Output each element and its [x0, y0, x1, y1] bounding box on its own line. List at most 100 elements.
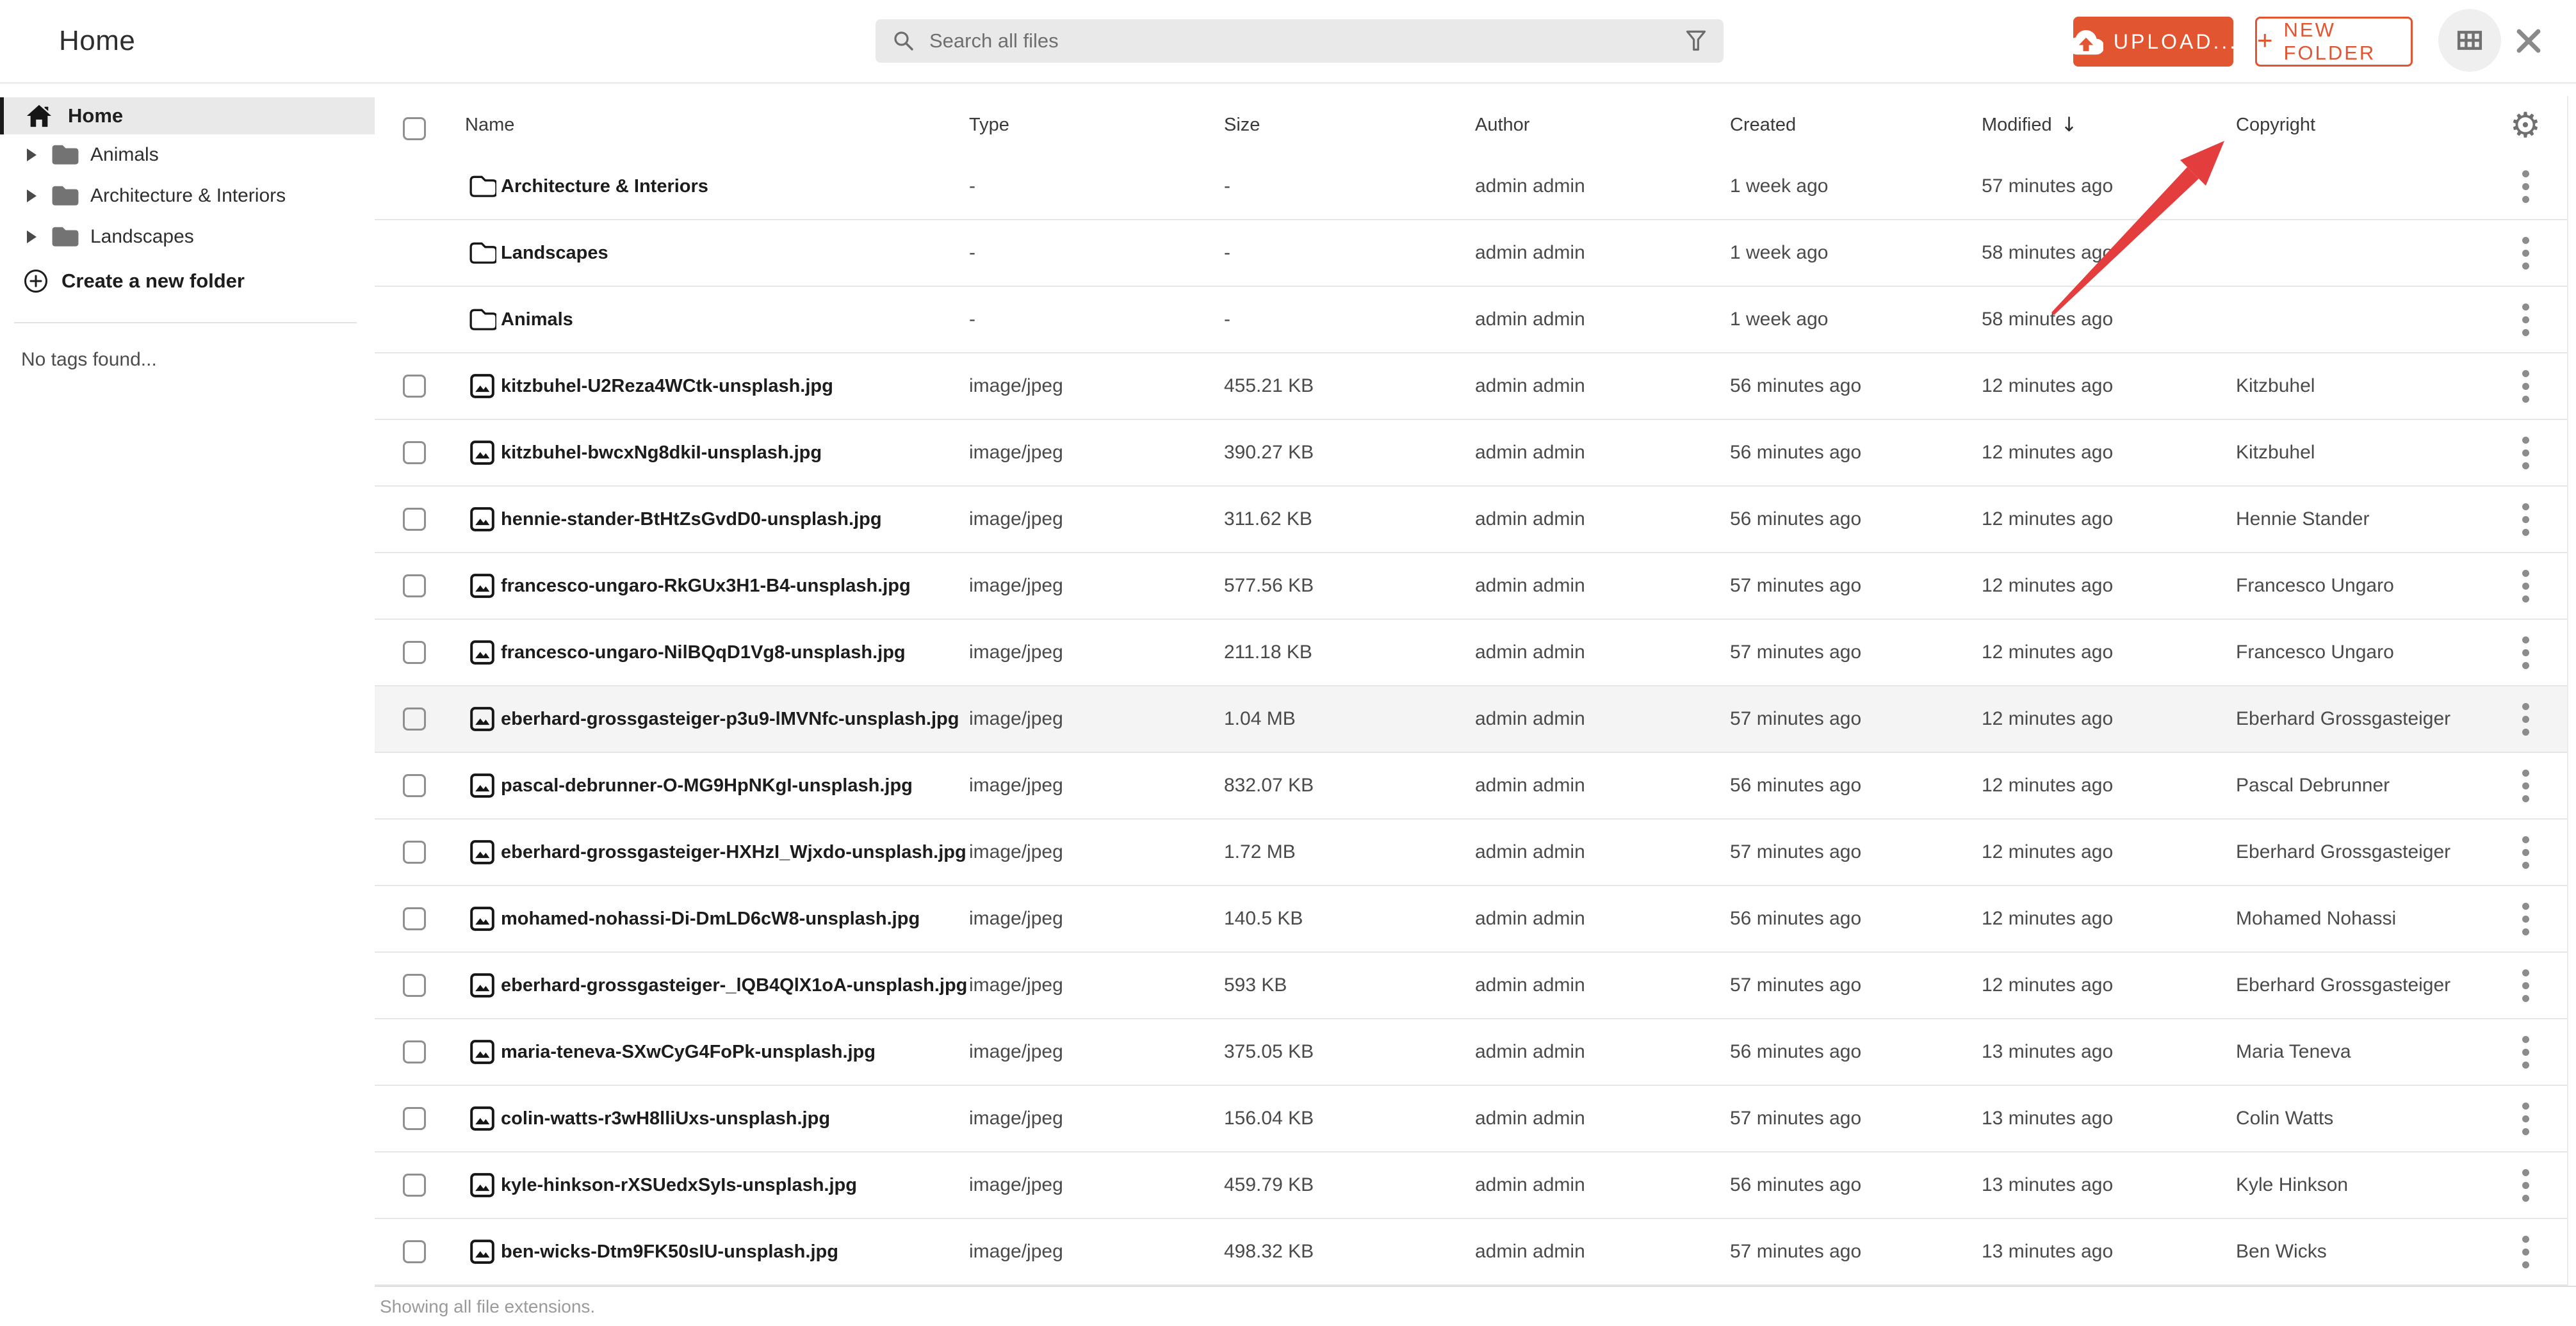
row-checkbox[interactable] [403, 1040, 426, 1063]
folder-icon [468, 287, 496, 352]
column-header-size[interactable]: Size [1224, 96, 1260, 154]
close-button[interactable] [2508, 20, 2549, 61]
row-checkbox[interactable] [403, 907, 426, 930]
cell-copyright: Eberhard Grossgasteiger [2236, 841, 2451, 862]
image-file-icon [468, 753, 496, 818]
row-checkbox[interactable] [403, 974, 426, 997]
sidebar-folder-item[interactable]: Animals [0, 134, 375, 175]
row-menu-button[interactable] [2511, 1019, 2539, 1085]
table-row[interactable]: francesco-ungaro-RkGUx3H1-B4-unsplash.jp… [375, 553, 2576, 620]
row-menu-button[interactable] [2511, 353, 2539, 419]
upload-button[interactable]: UPLOAD... [2068, 17, 2235, 67]
cell-copyright: Ben Wicks [2236, 1241, 2327, 1262]
cell-created: 57 minutes ago [1730, 642, 1862, 663]
cell-copyright: Hennie Stander [2236, 508, 2370, 530]
table-row[interactable]: eberhard-grossgasteiger-HXHzI_Wjxdo-unsp… [375, 820, 2576, 886]
row-checkbox[interactable] [403, 375, 426, 398]
new-folder-button[interactable]: + NEW FOLDER [2255, 17, 2413, 67]
row-checkbox[interactable] [403, 1174, 426, 1197]
sidebar-folder-item[interactable]: Architecture & Interiors [0, 175, 375, 216]
filter-icon[interactable] [1685, 29, 1707, 53]
column-header-created[interactable]: Created [1730, 96, 1796, 154]
select-all-checkbox[interactable] [403, 117, 426, 140]
row-checkbox[interactable] [403, 508, 426, 531]
no-tags-message: No tags found... [21, 349, 157, 370]
row-checkbox[interactable] [403, 707, 426, 731]
cell-created: 56 minutes ago [1730, 1041, 1862, 1062]
grid-view-toggle[interactable] [2438, 9, 2501, 72]
table-row[interactable]: pascal-debrunner-O-MG9HpNKgI-unsplash.jp… [375, 753, 2576, 820]
row-checkbox[interactable] [403, 1107, 426, 1130]
row-menu-button[interactable] [2511, 287, 2539, 352]
row-checkbox[interactable] [403, 641, 426, 664]
cell-author: admin admin [1475, 841, 1585, 862]
row-menu-button[interactable] [2511, 553, 2539, 619]
cell-copyright: Francesco Ungaro [2236, 575, 2394, 596]
cell-created: 56 minutes ago [1730, 375, 1862, 396]
row-checkbox[interactable] [403, 441, 426, 464]
row-checkbox[interactable] [403, 774, 426, 797]
column-settings-gear-icon[interactable]: ⚙ [2507, 96, 2543, 154]
row-menu-button[interactable] [2511, 154, 2539, 219]
cell-created: 1 week ago [1730, 175, 1829, 197]
create-new-folder-button[interactable]: Create a new folder [0, 260, 245, 302]
row-menu-button[interactable] [2511, 820, 2539, 885]
row-checkbox[interactable] [403, 841, 426, 864]
row-menu-button[interactable] [2511, 487, 2539, 552]
table-row[interactable]: eberhard-grossgasteiger-p3u9-lMVNfc-unsp… [375, 686, 2576, 753]
row-menu-button[interactable] [2511, 220, 2539, 286]
row-menu-button[interactable] [2511, 753, 2539, 818]
row-menu-button[interactable] [2511, 1086, 2539, 1151]
table-row[interactable]: mohamed-nohassi-Di-DmLD6cW8-unsplash.jpg… [375, 886, 2576, 953]
table-row[interactable]: hennie-stander-BtHtZsGvdD0-unsplash.jpg i… [375, 487, 2576, 553]
table-row[interactable]: kyle-hinkson-rXSUedxSyIs-unsplash.jpg ima… [375, 1152, 2576, 1219]
sidebar-folder-label: Animals [90, 144, 159, 165]
image-file-icon [468, 553, 496, 619]
column-header-author[interactable]: Author [1475, 96, 1529, 154]
row-menu-button[interactable] [2511, 1219, 2539, 1284]
folder-icon [51, 143, 80, 167]
table-row[interactable]: Landscapes - - admin admin 1 week ago 58 minu… [375, 220, 2576, 287]
sidebar-item-home[interactable]: Home [0, 97, 375, 134]
folder-icon [468, 154, 496, 219]
cell-modified: 12 minutes ago [1982, 642, 2114, 663]
table-row[interactable]: kitzbuhel-U2Reza4WCtk-unsplash.jpg image/… [375, 353, 2576, 420]
cell-type: - [969, 175, 975, 197]
table-row[interactable]: Animals - - admin admin 1 week ago 58 minutes… [375, 287, 2576, 353]
sidebar-folder-item[interactable]: Landscapes [0, 216, 375, 257]
row-menu-button[interactable] [2511, 886, 2539, 951]
table-row[interactable]: kitzbuhel-bwcxNg8dkiI-unsplash.jpg image/… [375, 420, 2576, 487]
table-row[interactable]: ben-wicks-Dtm9FK50sIU-unsplash.jpg image/… [375, 1219, 2576, 1286]
cell-size: 1.72 MB [1224, 841, 1296, 862]
chevron-right-icon[interactable] [27, 149, 37, 161]
row-menu-button[interactable] [2511, 420, 2539, 485]
cell-size: 1.04 MB [1224, 708, 1296, 729]
table-row[interactable]: eberhard-grossgasteiger-_lQB4QlX1oA-unsp… [375, 953, 2576, 1019]
image-file-icon [468, 1219, 496, 1284]
row-menu-button[interactable] [2511, 686, 2539, 752]
row-checkbox[interactable] [403, 574, 426, 597]
column-header-name[interactable]: Name [465, 96, 514, 154]
table-row[interactable]: Architecture & Interiors - - admin admin 1 w… [375, 154, 2576, 220]
cell-author: admin admin [1475, 1108, 1585, 1129]
column-header-modified[interactable]: Modified ↓ [1982, 96, 2078, 154]
row-checkbox[interactable] [403, 1240, 426, 1263]
row-menu-button[interactable] [2511, 953, 2539, 1018]
column-header-copyright[interactable]: Copyright [2236, 96, 2315, 154]
row-menu-button[interactable] [2511, 1152, 2539, 1218]
scrollbar-track[interactable] [2567, 96, 2576, 1286]
row-menu-button[interactable] [2511, 620, 2539, 685]
cell-copyright: Eberhard Grossgasteiger [2236, 708, 2451, 729]
cell-modified: 13 minutes ago [1982, 1174, 2114, 1195]
table-row[interactable]: colin-watts-r3wH8lliUxs-unsplash.jpg imag… [375, 1086, 2576, 1152]
search-input[interactable]: Search all files [876, 19, 1724, 63]
cell-size: 455.21 KB [1224, 375, 1314, 396]
chevron-right-icon[interactable] [27, 230, 37, 243]
column-header-type[interactable]: Type [969, 96, 1009, 154]
chevron-right-icon[interactable] [27, 190, 37, 202]
plus-icon: + [2257, 25, 2275, 55]
table-row[interactable]: maria-teneva-SXwCyG4FoPk-unsplash.jpg ima… [375, 1019, 2576, 1086]
cell-type: image/jpeg [969, 841, 1063, 862]
table-row[interactable]: francesco-ungaro-NilBQqD1Vg8-unsplash.jp… [375, 620, 2576, 686]
cell-name: Animals [501, 309, 573, 330]
